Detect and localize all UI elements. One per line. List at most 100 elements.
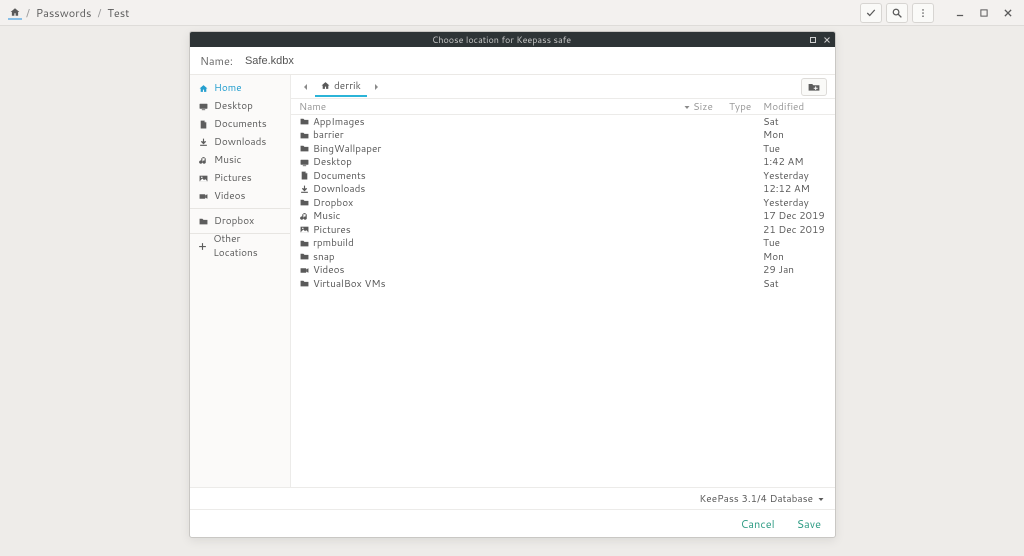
- sidebar-item-other-locations[interactable]: Other Locations: [190, 237, 290, 255]
- maximize-window-button[interactable]: [974, 3, 994, 23]
- sidebar-item-dropbox[interactable]: Dropbox: [190, 212, 290, 230]
- file-row[interactable]: Documents Yesterday: [291, 169, 835, 183]
- breadcrumb: / Passwords / Test: [6, 4, 131, 22]
- dialog-title: Choose location for Keepass safe: [194, 33, 809, 46]
- sidebar-item-label: Desktop: [214, 99, 253, 113]
- file-modified: Mon: [763, 250, 829, 264]
- file-name: Desktop: [311, 155, 693, 169]
- apply-button[interactable]: [860, 3, 882, 23]
- file-name: rpmbuild: [311, 236, 693, 250]
- sidebar-item-home[interactable]: Home: [190, 79, 290, 97]
- pictures-icon: [297, 225, 311, 234]
- path-back-button[interactable]: [299, 79, 313, 95]
- file-row[interactable]: Desktop1:42 AM: [291, 156, 835, 170]
- dialog-actions: Cancel Save: [190, 509, 835, 537]
- file-name: BingWallpaper: [311, 142, 693, 156]
- sort-indicator-icon[interactable]: [681, 103, 693, 111]
- home-icon[interactable]: [8, 6, 22, 20]
- dialog-titlebar[interactable]: Choose location for Keepass safe: [190, 32, 835, 47]
- file-row[interactable]: DropboxYesterday: [291, 196, 835, 210]
- sidebar-item-downloads[interactable]: Downloads: [190, 133, 290, 151]
- folder-icon: [297, 198, 311, 207]
- breadcrumb-sep: /: [24, 5, 32, 21]
- cancel-button[interactable]: Cancel: [741, 516, 775, 532]
- save-button[interactable]: Save: [797, 516, 821, 532]
- new-folder-button[interactable]: [801, 78, 827, 96]
- home-icon: [198, 84, 208, 93]
- file-name: VirtualBox VMs: [311, 277, 693, 291]
- file-panel: derrik Name Size Type Modified: [291, 75, 835, 487]
- breadcrumb-item[interactable]: Passwords: [34, 4, 94, 22]
- dialog-maximize-icon[interactable]: [809, 36, 817, 44]
- file-row[interactable]: AppImagesSat: [291, 115, 835, 129]
- file-row[interactable]: Music 17 Dec 2019: [291, 210, 835, 224]
- close-window-button[interactable]: [998, 3, 1018, 23]
- file-row[interactable]: VirtualBox VMs Sat: [291, 277, 835, 291]
- sidebar-item-pictures[interactable]: Pictures: [190, 169, 290, 187]
- file-name: Documents: [311, 169, 693, 183]
- file-modified: Yesterday: [763, 169, 829, 183]
- chevron-down-icon[interactable]: [817, 495, 825, 503]
- path-segment-home[interactable]: derrik: [315, 77, 367, 97]
- folder-icon: [297, 252, 311, 261]
- folder-icon: [297, 144, 311, 153]
- file-row[interactable]: snap Mon: [291, 250, 835, 264]
- file-list-header: Name Size Type Modified: [291, 99, 835, 115]
- file-row[interactable]: Videos 29 Jan: [291, 264, 835, 278]
- file-name: Videos: [311, 263, 693, 277]
- file-modified: 17 Dec 2019: [763, 209, 829, 223]
- col-modified[interactable]: Modified: [763, 100, 829, 114]
- file-name: snap: [311, 250, 693, 264]
- sidebar-item-desktop[interactable]: Desktop: [190, 97, 290, 115]
- file-row[interactable]: barrierMon: [291, 129, 835, 143]
- folder-icon: [297, 279, 311, 288]
- file-type-filter[interactable]: KeePass 3.1/4 Database: [699, 492, 813, 506]
- save-dialog: Choose location for Keepass safe Name: H…: [189, 31, 836, 538]
- breadcrumb-sep: /: [95, 5, 103, 21]
- sidebar-item-videos[interactable]: Videos: [190, 187, 290, 205]
- menu-button[interactable]: [912, 3, 934, 23]
- sidebar-item-label: Home: [214, 81, 242, 95]
- folder-icon: [297, 131, 311, 140]
- filename-input[interactable]: [243, 54, 825, 68]
- sidebar-item-label: Other Locations: [213, 232, 282, 260]
- sidebar-item-music[interactable]: Music: [190, 151, 290, 169]
- music-icon: [297, 212, 311, 221]
- file-modified: Mon: [763, 128, 829, 142]
- desktop-icon: [198, 102, 208, 111]
- sidebar-item-label: Dropbox: [214, 214, 254, 228]
- file-name: Dropbox: [311, 196, 693, 210]
- file-modified: 21 Dec 2019: [763, 223, 829, 237]
- file-row[interactable]: Downloads12:12 AM: [291, 183, 835, 197]
- breadcrumb-item[interactable]: Test: [105, 4, 131, 22]
- app-headerbar: / Passwords / Test: [0, 0, 1024, 26]
- file-modified: Sat: [763, 277, 829, 291]
- sidebar-separator: [190, 208, 290, 209]
- path-forward-button[interactable]: [369, 79, 383, 95]
- pictures-icon: [198, 174, 208, 183]
- sidebar-item-label: Downloads: [214, 135, 266, 149]
- file-list[interactable]: AppImagesSatbarrierMonBingWallpaperTueDe…: [291, 115, 835, 487]
- path-segment-label: derrik: [334, 79, 361, 93]
- sidebar-item-label: Pictures: [214, 171, 252, 185]
- document-icon: [297, 171, 311, 180]
- col-size[interactable]: Size: [693, 100, 729, 114]
- file-name: AppImages: [311, 115, 693, 129]
- file-row[interactable]: BingWallpaperTue: [291, 142, 835, 156]
- col-name[interactable]: Name: [297, 100, 681, 114]
- dialog-close-icon[interactable]: [823, 36, 831, 44]
- home-icon: [321, 81, 330, 90]
- minimize-window-button[interactable]: [950, 3, 970, 23]
- file-name: Downloads: [311, 182, 693, 196]
- sidebar-item-documents[interactable]: Documents: [190, 115, 290, 133]
- search-button[interactable]: [886, 3, 908, 23]
- filter-bar: KeePass 3.1/4 Database: [190, 487, 835, 509]
- file-name: Music: [311, 209, 693, 223]
- file-row[interactable]: Pictures21 Dec 2019: [291, 223, 835, 237]
- file-modified: 29 Jan: [763, 263, 829, 277]
- col-type[interactable]: Type: [729, 100, 763, 114]
- file-row[interactable]: rpmbuildTue: [291, 237, 835, 251]
- folder-icon: [198, 217, 208, 226]
- sidebar-item-label: Documents: [214, 117, 267, 131]
- plus-icon: [198, 242, 207, 251]
